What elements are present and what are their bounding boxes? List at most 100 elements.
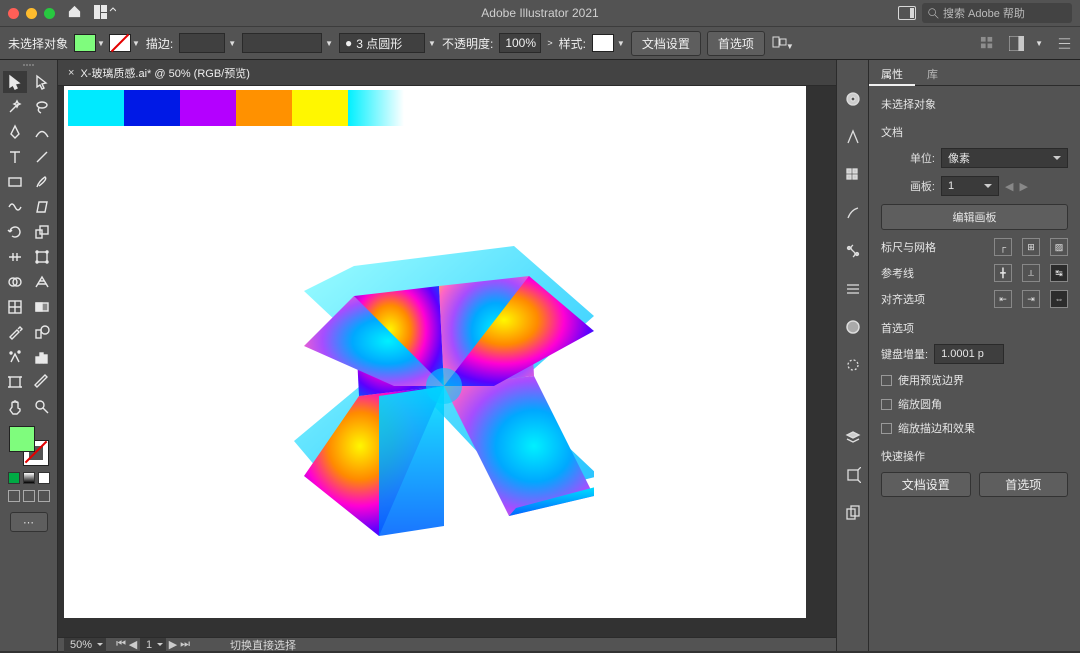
asset-export-panel-icon[interactable] bbox=[844, 466, 862, 484]
snap-grid-icon[interactable]: ⇔ bbox=[1050, 290, 1068, 308]
color-mode-gradient[interactable] bbox=[23, 472, 35, 484]
help-search-input[interactable]: 搜索 Adobe 帮助 bbox=[922, 3, 1072, 23]
perspective-grid-tool[interactable] bbox=[30, 271, 54, 293]
quick-doc-setup-button[interactable]: 文档设置 bbox=[881, 472, 971, 497]
unit-select[interactable]: 像素 bbox=[941, 148, 1068, 168]
essentials-layout-icon[interactable] bbox=[1009, 36, 1024, 51]
checkbox-scale-strokes[interactable]: 缩放描边和效果 bbox=[881, 420, 1068, 436]
symbol-sprayer-tool[interactable] bbox=[3, 346, 27, 368]
fill-swatch[interactable] bbox=[74, 34, 96, 52]
snap-pixel-icon[interactable]: ⇤ bbox=[994, 290, 1012, 308]
tab-properties[interactable]: 属性 bbox=[869, 60, 915, 86]
next-artboard-icon[interactable]: ▶ bbox=[1019, 180, 1027, 193]
column-graph-tool[interactable] bbox=[30, 346, 54, 368]
mesh-tool[interactable] bbox=[3, 296, 27, 318]
grid-icon[interactable]: ⊞ bbox=[1022, 238, 1040, 256]
tab-libraries[interactable]: 库 bbox=[915, 60, 950, 85]
draw-inside-icon[interactable] bbox=[38, 490, 50, 502]
artboard-tool[interactable] bbox=[3, 371, 27, 393]
draw-normal-icon[interactable] bbox=[8, 490, 20, 502]
curvature-tool[interactable] bbox=[30, 121, 54, 143]
maximize-icon[interactable] bbox=[44, 8, 55, 19]
kbd-increment-input[interactable]: 1.0001 p bbox=[934, 344, 1004, 364]
guides-visibility-icon[interactable]: ╋ bbox=[994, 264, 1012, 282]
pen-tool[interactable] bbox=[3, 121, 27, 143]
close-icon[interactable] bbox=[8, 8, 19, 19]
artboard-select[interactable]: 1 bbox=[941, 176, 999, 196]
smart-guides-icon[interactable]: ↹ bbox=[1050, 264, 1068, 282]
opacity-input[interactable]: 100% bbox=[499, 33, 541, 53]
rectangle-tool[interactable] bbox=[3, 171, 27, 193]
color-panel-icon[interactable] bbox=[844, 90, 862, 108]
zoom-tool[interactable] bbox=[30, 396, 54, 418]
artboard-nav[interactable]: ⏮◀ 1 ▶⏭ bbox=[116, 638, 190, 652]
layers-panel-icon[interactable] bbox=[844, 428, 862, 446]
prev-artboard-icon[interactable]: ◀ bbox=[1005, 180, 1013, 193]
document-area: × X-玻璃质感.ai* @ 50% (RGB/预览) bbox=[58, 60, 836, 651]
align-flyout-icon[interactable]: ▼ bbox=[771, 35, 794, 52]
home-icon[interactable] bbox=[67, 4, 82, 22]
arrange-documents-icon[interactable] bbox=[898, 6, 916, 20]
eyedropper-tool[interactable] bbox=[3, 321, 27, 343]
direct-selection-tool[interactable] bbox=[30, 71, 54, 93]
eraser-tool[interactable] bbox=[30, 196, 54, 218]
artboards-panel-icon[interactable] bbox=[844, 504, 862, 522]
checkbox-scale-corners[interactable]: 缩放圆角 bbox=[881, 396, 1068, 412]
graphic-style-swatch[interactable] bbox=[592, 34, 614, 52]
draw-behind-icon[interactable] bbox=[23, 490, 35, 502]
quick-prefs-button[interactable]: 首选项 bbox=[979, 472, 1069, 497]
panel-menu-icon[interactable] bbox=[1057, 36, 1072, 51]
brushes-panel-icon[interactable] bbox=[844, 204, 862, 222]
slice-tool[interactable] bbox=[30, 371, 54, 393]
status-bar: 50% ⏮◀ 1 ▶⏭ 切换直接选择 bbox=[58, 637, 836, 651]
fill-color-icon[interactable] bbox=[9, 426, 35, 452]
color-mode-row bbox=[8, 472, 50, 484]
blend-tool[interactable] bbox=[30, 321, 54, 343]
gradient-tool[interactable] bbox=[30, 296, 54, 318]
type-tool[interactable] bbox=[3, 146, 27, 168]
free-transform-tool[interactable] bbox=[30, 246, 54, 268]
color-guide-panel-icon[interactable] bbox=[844, 128, 862, 146]
edit-toolbar-button[interactable]: ⋯ bbox=[10, 512, 48, 532]
line-segment-tool[interactable] bbox=[30, 146, 54, 168]
artboard-number[interactable]: 1 bbox=[140, 638, 166, 652]
swatches-panel-icon[interactable] bbox=[844, 166, 862, 184]
hand-tool[interactable] bbox=[3, 396, 27, 418]
snap-point-icon[interactable]: ⇥ bbox=[1022, 290, 1040, 308]
shaper-tool[interactable] bbox=[3, 196, 27, 218]
checkbox-preview-bounds[interactable]: 使用预览边界 bbox=[881, 372, 1068, 388]
transparency-panel-icon[interactable] bbox=[844, 356, 862, 374]
selection-tool[interactable] bbox=[3, 71, 27, 93]
paintbrush-tool[interactable] bbox=[30, 171, 54, 193]
brush-profile[interactable]: ●3 点圆形 bbox=[339, 33, 425, 53]
canvas[interactable] bbox=[58, 86, 836, 637]
fill-stroke-indicator[interactable] bbox=[9, 426, 49, 466]
variable-width-profile[interactable] bbox=[242, 33, 322, 53]
scale-tool[interactable] bbox=[30, 221, 54, 243]
workspace-switcher[interactable] bbox=[94, 5, 116, 22]
grid-icon[interactable] bbox=[980, 36, 995, 51]
width-tool[interactable] bbox=[3, 246, 27, 268]
ruler-icon[interactable]: ┌ bbox=[994, 238, 1012, 256]
stroke-swatch-none[interactable] bbox=[109, 34, 131, 52]
lasso-tool[interactable] bbox=[30, 96, 54, 118]
color-mode-none[interactable] bbox=[38, 472, 50, 484]
zoom-select[interactable]: 50% bbox=[64, 638, 106, 652]
symbols-panel-icon[interactable] bbox=[844, 242, 862, 260]
stroke-panel-icon[interactable] bbox=[844, 280, 862, 298]
guides-lock-icon[interactable]: ⟂ bbox=[1022, 264, 1040, 282]
transparency-grid-icon[interactable]: ▨ bbox=[1050, 238, 1068, 256]
minimize-icon[interactable] bbox=[26, 8, 37, 19]
shape-builder-tool[interactable] bbox=[3, 271, 27, 293]
app-title: Adobe Illustrator 2021 bbox=[481, 6, 598, 20]
magic-wand-tool[interactable] bbox=[3, 96, 27, 118]
color-mode-solid[interactable] bbox=[8, 472, 20, 484]
document-tab-label[interactable]: X-玻璃质感.ai* @ 50% (RGB/预览) bbox=[80, 65, 249, 81]
close-tab-icon[interactable]: × bbox=[68, 67, 74, 79]
edit-artboards-button[interactable]: 编辑画板 bbox=[881, 204, 1068, 230]
preferences-button[interactable]: 首选项 bbox=[707, 31, 765, 56]
document-setup-button[interactable]: 文档设置 bbox=[631, 31, 701, 56]
stroke-weight-input[interactable] bbox=[179, 33, 225, 53]
gradient-panel-icon[interactable] bbox=[844, 318, 862, 336]
rotate-tool[interactable] bbox=[3, 221, 27, 243]
